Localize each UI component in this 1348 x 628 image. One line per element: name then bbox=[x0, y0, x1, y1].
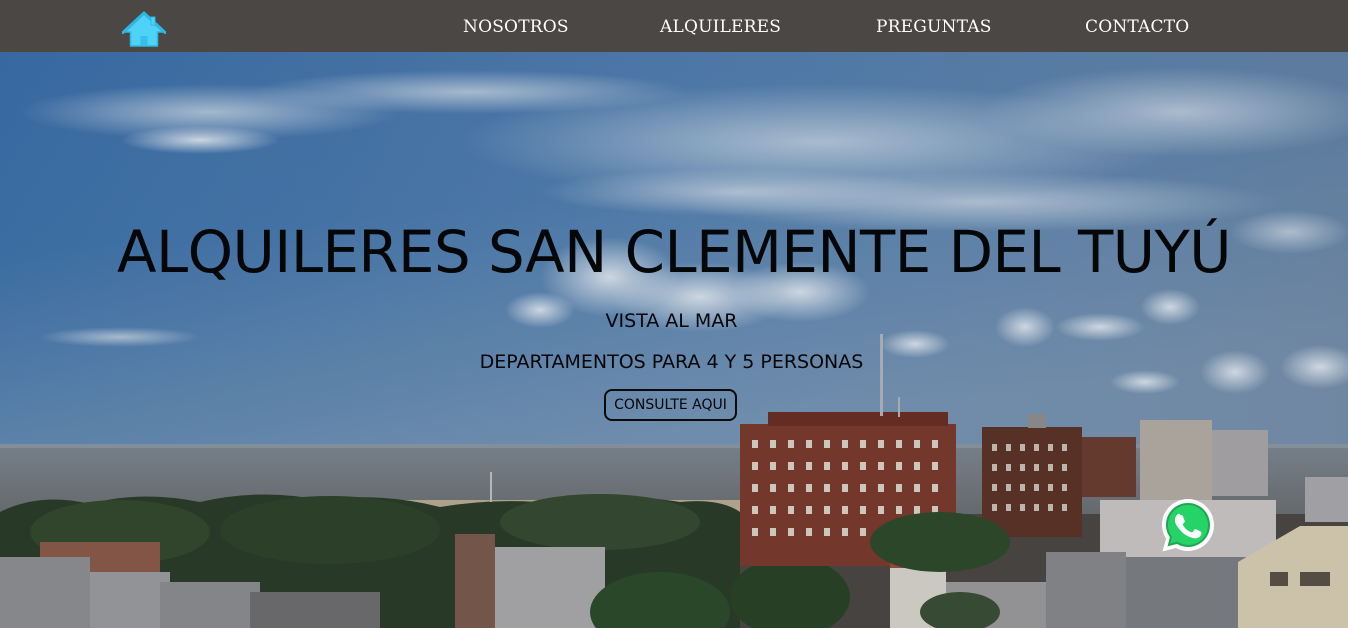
hero-description: DEPARTAMENTOS PARA 4 Y 5 PERSONAS bbox=[479, 351, 864, 373]
home-link[interactable] bbox=[121, 10, 167, 50]
nav-item-alquileres[interactable]: ALQUILERES bbox=[660, 15, 781, 39]
hero-subtitle: VISTA AL MAR bbox=[605, 310, 738, 332]
whatsapp-button[interactable] bbox=[1158, 496, 1218, 556]
hero-section: ALQUILERES SAN CLEMENTE DEL TUYÚ VISTA A… bbox=[0, 52, 1348, 628]
nav-item-nosotros[interactable]: NOSOTROS bbox=[463, 15, 569, 39]
house-icon bbox=[121, 11, 167, 47]
hero-title: ALQUILERES SAN CLEMENTE DEL TUYÚ bbox=[116, 218, 1232, 286]
consult-button[interactable]: CONSULTE AQUI bbox=[604, 389, 737, 421]
nav-item-preguntas[interactable]: PREGUNTAS bbox=[876, 15, 992, 39]
hero-background-image bbox=[0, 52, 1348, 628]
nav-item-contacto[interactable]: CONTACTO bbox=[1085, 15, 1189, 39]
top-navbar: NOSOTROS ALQUILERES PREGUNTAS CONTACTO bbox=[0, 2, 1348, 52]
whatsapp-icon bbox=[1162, 499, 1214, 552]
